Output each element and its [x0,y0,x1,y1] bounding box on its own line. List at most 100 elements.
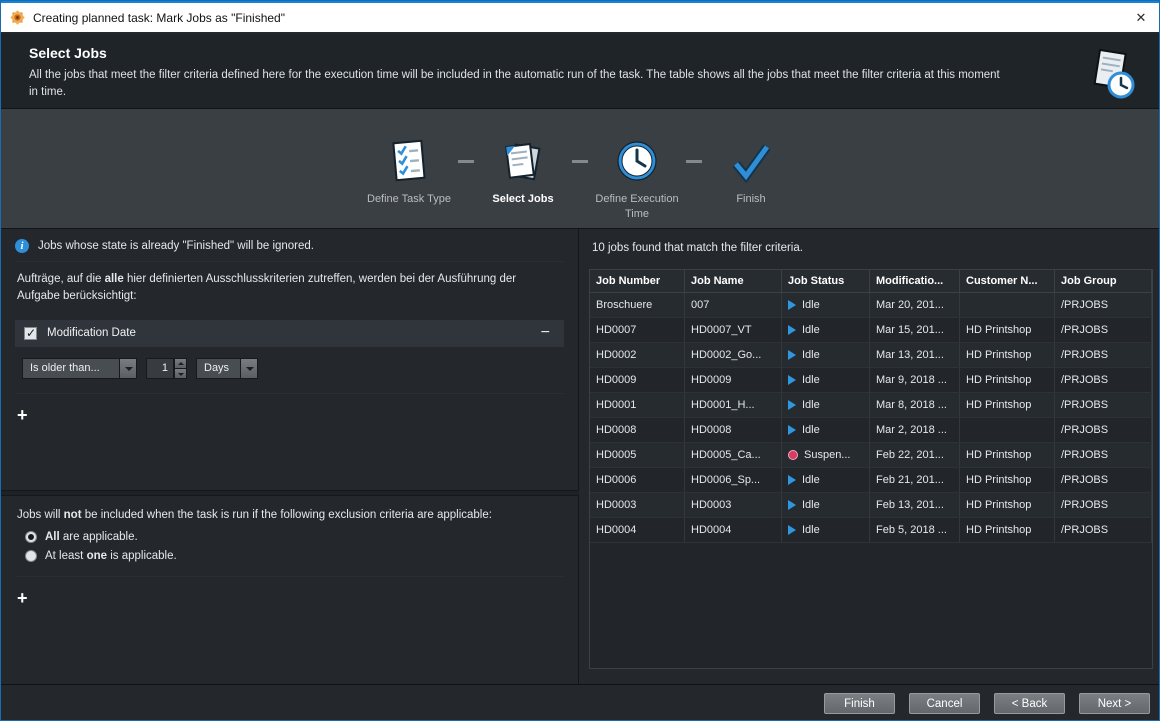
job-number-cell: HD0005 [590,443,685,467]
include-description: Aufträge, auf die alle hier definierten … [17,271,557,306]
radio-label: All are applicable. [45,531,138,543]
text-segment: is applicable. [107,550,177,562]
column-header[interactable]: Job Group [1055,270,1152,292]
column-header[interactable]: Modificatio... [870,270,960,292]
job-group-cell: /PRJOBS [1055,443,1152,467]
page-description: All the jobs that meet the filter criter… [29,67,1009,100]
table-row[interactable]: HD0004 HD0004 Idle Feb 5, 2018 ... HD Pr… [590,518,1152,543]
modification-date-cell: Mar 13, 201... [870,343,960,367]
exclusion-description: Jobs will not be included when the task … [17,509,562,521]
table-row[interactable]: HD0001 HD0001_H... Idle Mar 8, 2018 ... … [590,393,1152,418]
job-group-cell: /PRJOBS [1055,343,1152,367]
chevron-down-icon[interactable] [119,359,136,378]
job-number-cell: HD0002 [590,343,685,367]
job-status-text: Idle [802,293,820,317]
job-status-text: Idle [802,468,820,492]
add-criterion-button[interactable]: + [17,406,35,424]
job-status-icon [788,350,796,360]
text-segment: be included when the task is run if the … [82,509,492,521]
column-header[interactable]: Job Name [685,270,782,292]
modification-date-cell: Mar 15, 201... [870,318,960,342]
step-define-execution-time[interactable]: Define Execution Time [594,137,680,222]
spinner-up-button[interactable] [174,358,187,369]
ignored-note: Jobs whose state is already "Finished" w… [38,240,314,252]
job-status-cell: Suspen... [782,443,870,467]
customer-cell: HD Printshop [960,318,1055,342]
close-button[interactable]: ✕ [1125,3,1157,32]
job-status-cell: Idle [782,468,870,492]
step-connector [686,160,702,163]
job-status-icon [788,400,796,410]
job-name-cell: HD0009 [685,368,782,392]
table-row[interactable]: HD0009 HD0009 Idle Mar 9, 2018 ... HD Pr… [590,368,1152,393]
finish-button[interactable]: Finish [824,693,895,714]
step-label: Select Jobs [492,192,553,207]
window-title: Creating planned task: Mark Jobs as "Fin… [33,11,285,25]
modification-date-checkbox[interactable] [24,327,37,340]
value-spinner[interactable]: 1 [146,358,187,379]
column-header[interactable]: Job Number [590,270,685,292]
job-name-cell: HD0002_Go... [685,343,782,367]
spinner-value[interactable]: 1 [146,358,174,379]
table-row[interactable]: HD0003 HD0003 Idle Feb 13, 201... HD Pri… [590,493,1152,518]
job-number-cell: Broschuere [590,293,685,317]
job-group-cell: /PRJOBS [1055,393,1152,417]
remove-criterion-button[interactable]: − [536,325,555,341]
job-status-cell: Idle [782,343,870,367]
column-header[interactable]: Customer N... [960,270,1055,292]
table-row[interactable]: HD0006 HD0006_Sp... Idle Feb 21, 201... … [590,468,1152,493]
radio-label: At least one is applicable. [45,550,177,562]
text-segment: Jobs will [17,509,64,521]
step-define-task-type[interactable]: Define Task Type [366,137,452,207]
step-label: Finish [736,192,765,207]
job-number-cell: HD0001 [590,393,685,417]
table-row[interactable]: HD0007 HD0007_VT Idle Mar 15, 201... HD … [590,318,1152,343]
job-group-cell: /PRJOBS [1055,468,1152,492]
back-button[interactable]: < Back [994,693,1065,714]
column-header[interactable]: Job Status [782,270,870,292]
job-status-text: Idle [802,493,820,517]
job-status-icon [788,450,798,460]
table-row[interactable]: HD0008 HD0008 Idle Mar 2, 2018 ... /PRJO… [590,418,1152,443]
operator-dropdown[interactable]: Is older than... [22,358,137,379]
text-segment-bold: All [45,531,60,543]
step-select-jobs[interactable]: Select Jobs [480,137,566,207]
job-name-cell: HD0003 [685,493,782,517]
radio-one-applicable[interactable] [25,550,37,562]
criterion-label: Modification Date [47,327,136,339]
next-button[interactable]: Next > [1079,693,1150,714]
exclusion-criteria-panel: Jobs will not be included when the task … [1,496,579,684]
unit-dropdown[interactable]: Days [196,358,258,379]
step-finish[interactable]: Finish [708,137,794,207]
text-segment: Aufträge, auf die [17,273,105,285]
cancel-button[interactable]: Cancel [909,693,980,714]
customer-cell: HD Printshop [960,518,1055,542]
divider [15,576,564,577]
operator-value: Is older than... [23,359,119,378]
radio-option-one[interactable]: At least one is applicable. [25,550,578,562]
radio-all-applicable[interactable] [25,531,37,543]
chevron-down-icon[interactable] [240,359,257,378]
table-row[interactable]: HD0005 HD0005_Ca... Suspen... Feb 22, 20… [590,443,1152,468]
add-exclusion-button[interactable]: + [17,589,35,607]
radio-option-all[interactable]: All are applicable. [25,531,578,543]
job-group-cell: /PRJOBS [1055,368,1152,392]
page-title: Select Jobs [29,45,1159,61]
jobs-table: Job NumberJob NameJob StatusModificatio.… [589,269,1153,669]
job-name-cell: HD0001_H... [685,393,782,417]
wizard-header: Select Jobs All the jobs that meet the f… [1,34,1159,109]
table-row[interactable]: Broschuere 007 Idle Mar 20, 201... /PRJO… [590,293,1152,318]
table-row[interactable]: HD0002 HD0002_Go... Idle Mar 13, 201... … [590,343,1152,368]
step-label: Define Execution Time [594,192,680,222]
customer-cell [960,418,1055,442]
info-icon: i [15,239,29,253]
job-number-cell: HD0006 [590,468,685,492]
modification-date-cell: Mar 2, 2018 ... [870,418,960,442]
table-header: Job NumberJob NameJob StatusModificatio.… [590,270,1152,293]
job-status-text: Idle [802,418,820,442]
job-status-icon [788,500,796,510]
job-number-cell: HD0003 [590,493,685,517]
select-jobs-icon [499,137,547,185]
spinner-down-button[interactable] [174,369,187,379]
modification-date-cell: Mar 9, 2018 ... [870,368,960,392]
